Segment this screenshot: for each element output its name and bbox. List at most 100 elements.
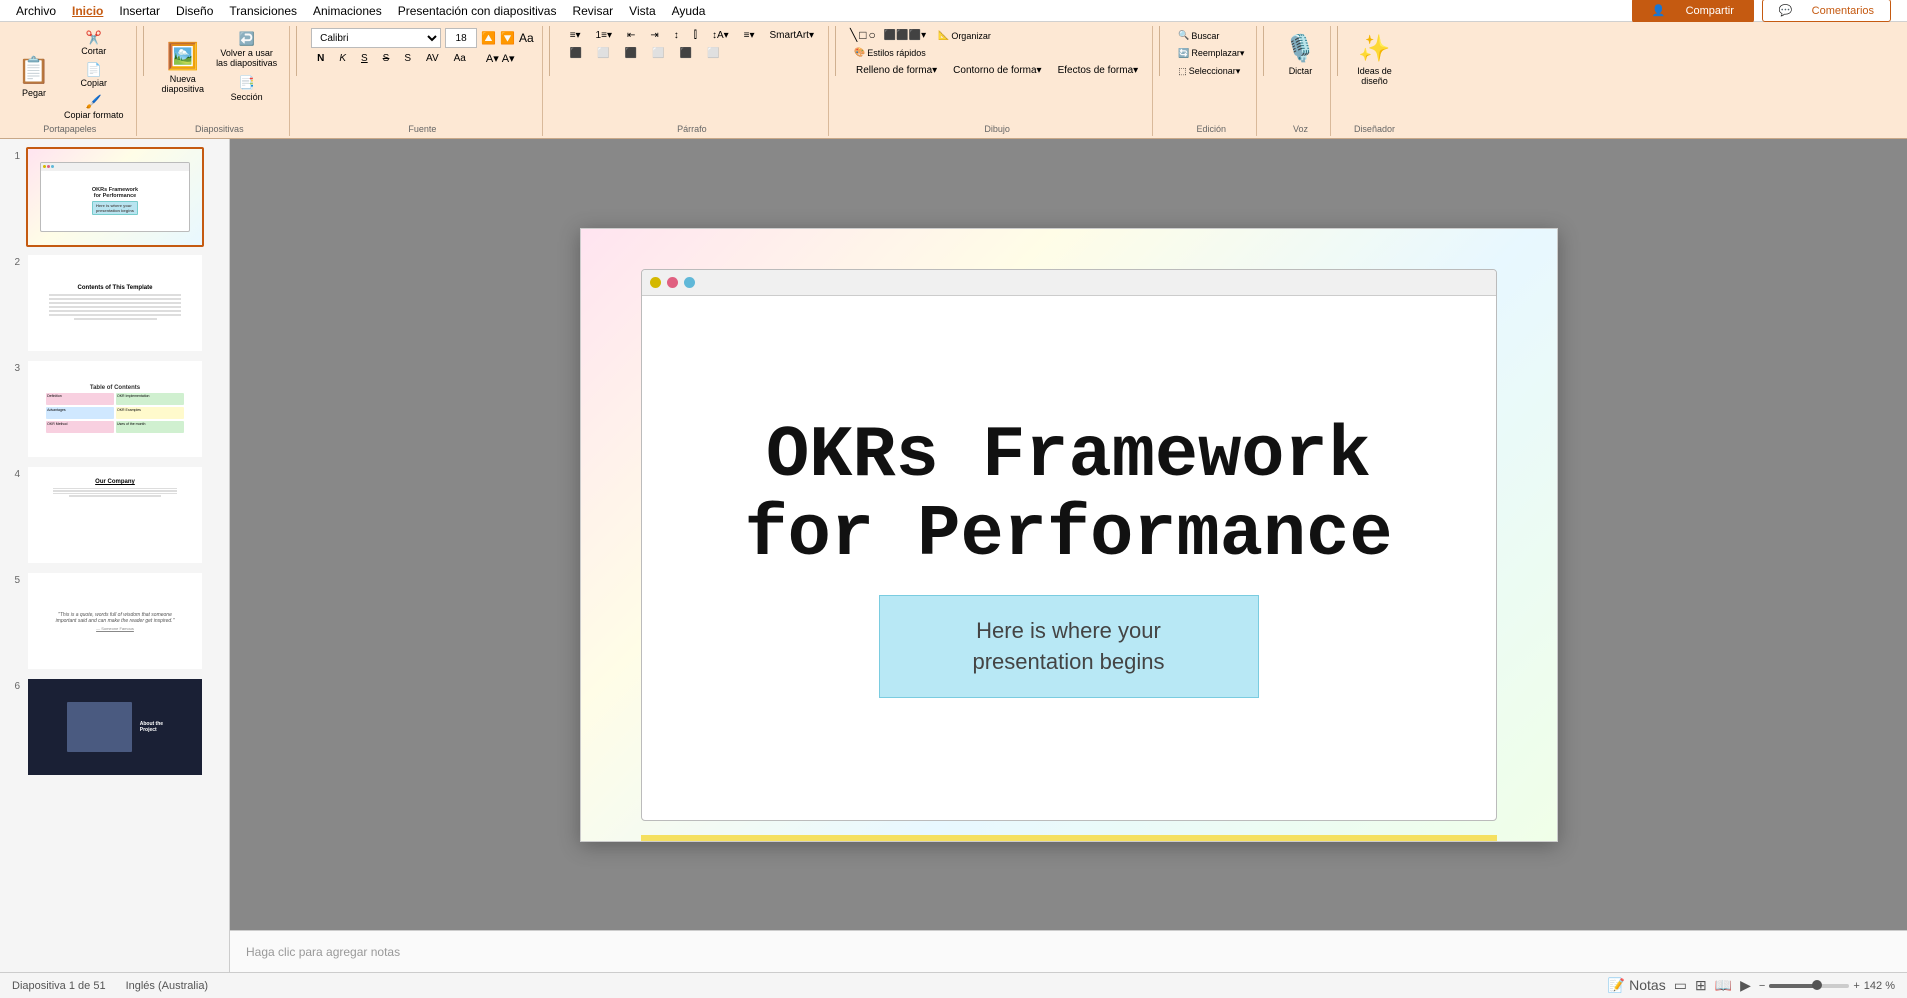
slide-thumb-3[interactable]: 3 Table of Contents Definition OKR Imple…	[6, 359, 223, 459]
search-button[interactable]: 🔍 Buscar	[1174, 28, 1248, 43]
ribbon: 📋 Pegar ✂️ Cortar 📄 Copiar 🖌️ Copiar for…	[0, 22, 1907, 139]
font-color-button[interactable]: A▾	[486, 52, 499, 65]
organize-button[interactable]: 📐 Organizar	[934, 28, 995, 43]
slide-image-2[interactable]: Contents of This Template	[26, 253, 204, 353]
column-align-button[interactable]: ⬜	[701, 46, 725, 61]
slide-image-4[interactable]: Our Company	[26, 465, 204, 565]
font-size-up-button[interactable]: 🔼	[481, 31, 496, 45]
comments-button[interactable]: 💬 Comentarios	[1762, 0, 1891, 22]
slide-thumb-6[interactable]: 6 About theProject	[6, 677, 223, 777]
menu-vista[interactable]: Vista	[621, 2, 663, 20]
menu-insertar[interactable]: Insertar	[111, 2, 168, 20]
zoom-in-button[interactable]: +	[1853, 980, 1859, 992]
char-spacing-button[interactable]: AV	[420, 51, 445, 66]
slide-number-5: 5	[6, 571, 20, 586]
slideshow-button[interactable]: ▶	[1740, 977, 1751, 994]
align-text-button[interactable]: ≡▾	[738, 28, 761, 43]
zoom-bar[interactable]	[1769, 984, 1849, 988]
status-bar: Diapositiva 1 de 51 Inglés (Australia) 📝…	[0, 972, 1907, 998]
text-direction-button[interactable]: ↕A▾	[706, 28, 735, 43]
menu-diseno[interactable]: Diseño	[168, 2, 221, 20]
shapes-more-button[interactable]: ⬛⬛⬛▾	[878, 28, 932, 43]
slide-sorter-button[interactable]: ⊞	[1695, 977, 1707, 994]
slide-thumb-5[interactable]: 5 "This is a quote, words full of wisdom…	[6, 571, 223, 671]
cut-button[interactable]: ✂️ Cortar	[60, 28, 128, 58]
font-size-input[interactable]	[445, 28, 477, 48]
indent-decrease-button[interactable]: ⇤	[621, 28, 641, 43]
align-justify-button[interactable]: ⬛	[674, 46, 698, 61]
fuente-label: Fuente	[408, 122, 436, 134]
numbered-list-button[interactable]: 1≡▾	[590, 28, 618, 43]
underline-button[interactable]: S	[355, 51, 374, 66]
reading-view-button[interactable]: 📖	[1715, 977, 1732, 994]
outline-button[interactable]: Contorno de forma▾	[947, 63, 1047, 78]
select-button[interactable]: ⬚ Seleccionar▾	[1174, 64, 1248, 79]
copy-format-button[interactable]: 🖌️ Copiar formato	[60, 92, 128, 122]
dictate-button[interactable]: 🎙️ Dictar	[1278, 28, 1322, 78]
bold-button[interactable]: N	[311, 51, 330, 66]
effects-button[interactable]: Efectos de forma▾	[1052, 63, 1145, 78]
slide-image-3[interactable]: Table of Contents Definition OKR Impleme…	[26, 359, 204, 459]
menu-bar: Archivo Inicio Insertar Diseño Transicio…	[0, 0, 1907, 22]
divider-6	[1263, 26, 1264, 76]
text-case-button[interactable]: Aa	[448, 51, 472, 66]
align-left-button[interactable]: ⬛	[564, 46, 588, 61]
design-ideas-button[interactable]: ✨ Ideas dediseño	[1352, 28, 1396, 88]
align-center-button[interactable]: ⬜	[591, 46, 615, 61]
strikethrough-button[interactable]: S	[377, 51, 396, 66]
section-button[interactable]: 📑 Sección	[212, 72, 281, 104]
menu-archivo[interactable]: Archivo	[8, 2, 64, 20]
italic-button[interactable]: K	[333, 51, 352, 66]
slide-canvas[interactable]: OKRs Framework for Performance Here is w…	[580, 228, 1558, 842]
font-family-select[interactable]: Calibri	[311, 28, 441, 48]
shape-rect-button[interactable]: □	[859, 28, 866, 43]
copy-button[interactable]: 📄 Copiar	[60, 60, 128, 90]
notes-area[interactable]: Haga clic para agregar notas	[230, 930, 1907, 972]
shadow-button[interactable]: S	[398, 51, 417, 66]
slide-thumb-2[interactable]: 2 Contents of This Template	[6, 253, 223, 353]
main-title[interactable]: OKRs Framework for Performance	[744, 417, 1392, 575]
ribbon-group-voz: 🎙️ Dictar Voz	[1270, 26, 1331, 136]
menu-transiciones[interactable]: Transiciones	[221, 2, 305, 20]
fill-button[interactable]: Relleno de forma▾	[850, 63, 943, 78]
justify-button[interactable]: ⬜	[646, 46, 670, 61]
normal-view-button[interactable]: ▭	[1674, 977, 1687, 994]
slide-number-1: 1	[6, 147, 20, 162]
font-size-down-button[interactable]: 🔽	[500, 31, 515, 45]
main-area: 1 OKRs Frameworkfor Performance Here is …	[0, 139, 1907, 972]
slide-image-6[interactable]: About theProject	[26, 677, 204, 777]
new-slide-button[interactable]: 🖼️ Nuevadiapositiva	[158, 36, 209, 96]
slide-thumb-1[interactable]: 1 OKRs Frameworkfor Performance Here is …	[6, 147, 223, 247]
notes-toggle[interactable]: 📝 Notas	[1608, 977, 1666, 994]
slide-image-5[interactable]: "This is a quote, words full of wisdom t…	[26, 571, 204, 671]
clear-format-button[interactable]: Aa	[519, 31, 534, 45]
zoom-level[interactable]: 142 %	[1864, 980, 1895, 992]
menu-ayuda[interactable]: Ayuda	[664, 2, 714, 20]
columns-button[interactable]: ⫿	[688, 28, 703, 43]
bullet-list-button[interactable]: ≡▾	[564, 28, 587, 43]
menu-animaciones[interactable]: Animaciones	[305, 2, 390, 20]
menu-presentacion[interactable]: Presentación con diapositivas	[390, 2, 565, 20]
line-spacing-button[interactable]: ↕	[668, 28, 685, 43]
quick-styles-button[interactable]: 🎨 Estilos rápidos	[850, 45, 930, 60]
menu-revisar[interactable]: Revisar	[564, 2, 621, 20]
slide-image-1[interactable]: OKRs Frameworkfor Performance Here is wh…	[26, 147, 204, 247]
zoom-out-button[interactable]: −	[1759, 980, 1765, 992]
align-right-button[interactable]: ⬛	[619, 46, 643, 61]
slide-thumb-4[interactable]: 4 Our Company	[6, 465, 223, 565]
parrafo-label: Párrafo	[677, 122, 707, 134]
subtitle-box[interactable]: Here is where your presentation begins	[879, 595, 1259, 699]
highlight-color-button[interactable]: A▾	[502, 52, 515, 65]
shape-oval-button[interactable]: ○	[868, 28, 875, 43]
shape-arrow-button[interactable]: ╲	[850, 28, 857, 43]
share-button[interactable]: 👤 Compartir	[1632, 0, 1754, 23]
paste-button[interactable]: 📋 Pegar	[12, 50, 56, 100]
menu-inicio[interactable]: Inicio	[64, 2, 111, 20]
smartart-button[interactable]: SmartArt▾	[764, 28, 820, 43]
canvas-area: OKRs Framework for Performance Here is w…	[230, 139, 1907, 972]
share-icon: 👤	[1644, 2, 1674, 19]
indent-increase-button[interactable]: ⇥	[644, 28, 664, 43]
language-info: Inglés (Australia)	[126, 980, 209, 992]
reuse-slides-button[interactable]: ↩️ Volver a usarlas diapositivas	[212, 28, 281, 70]
replace-button[interactable]: 🔄 Reemplazar▾	[1174, 46, 1248, 61]
